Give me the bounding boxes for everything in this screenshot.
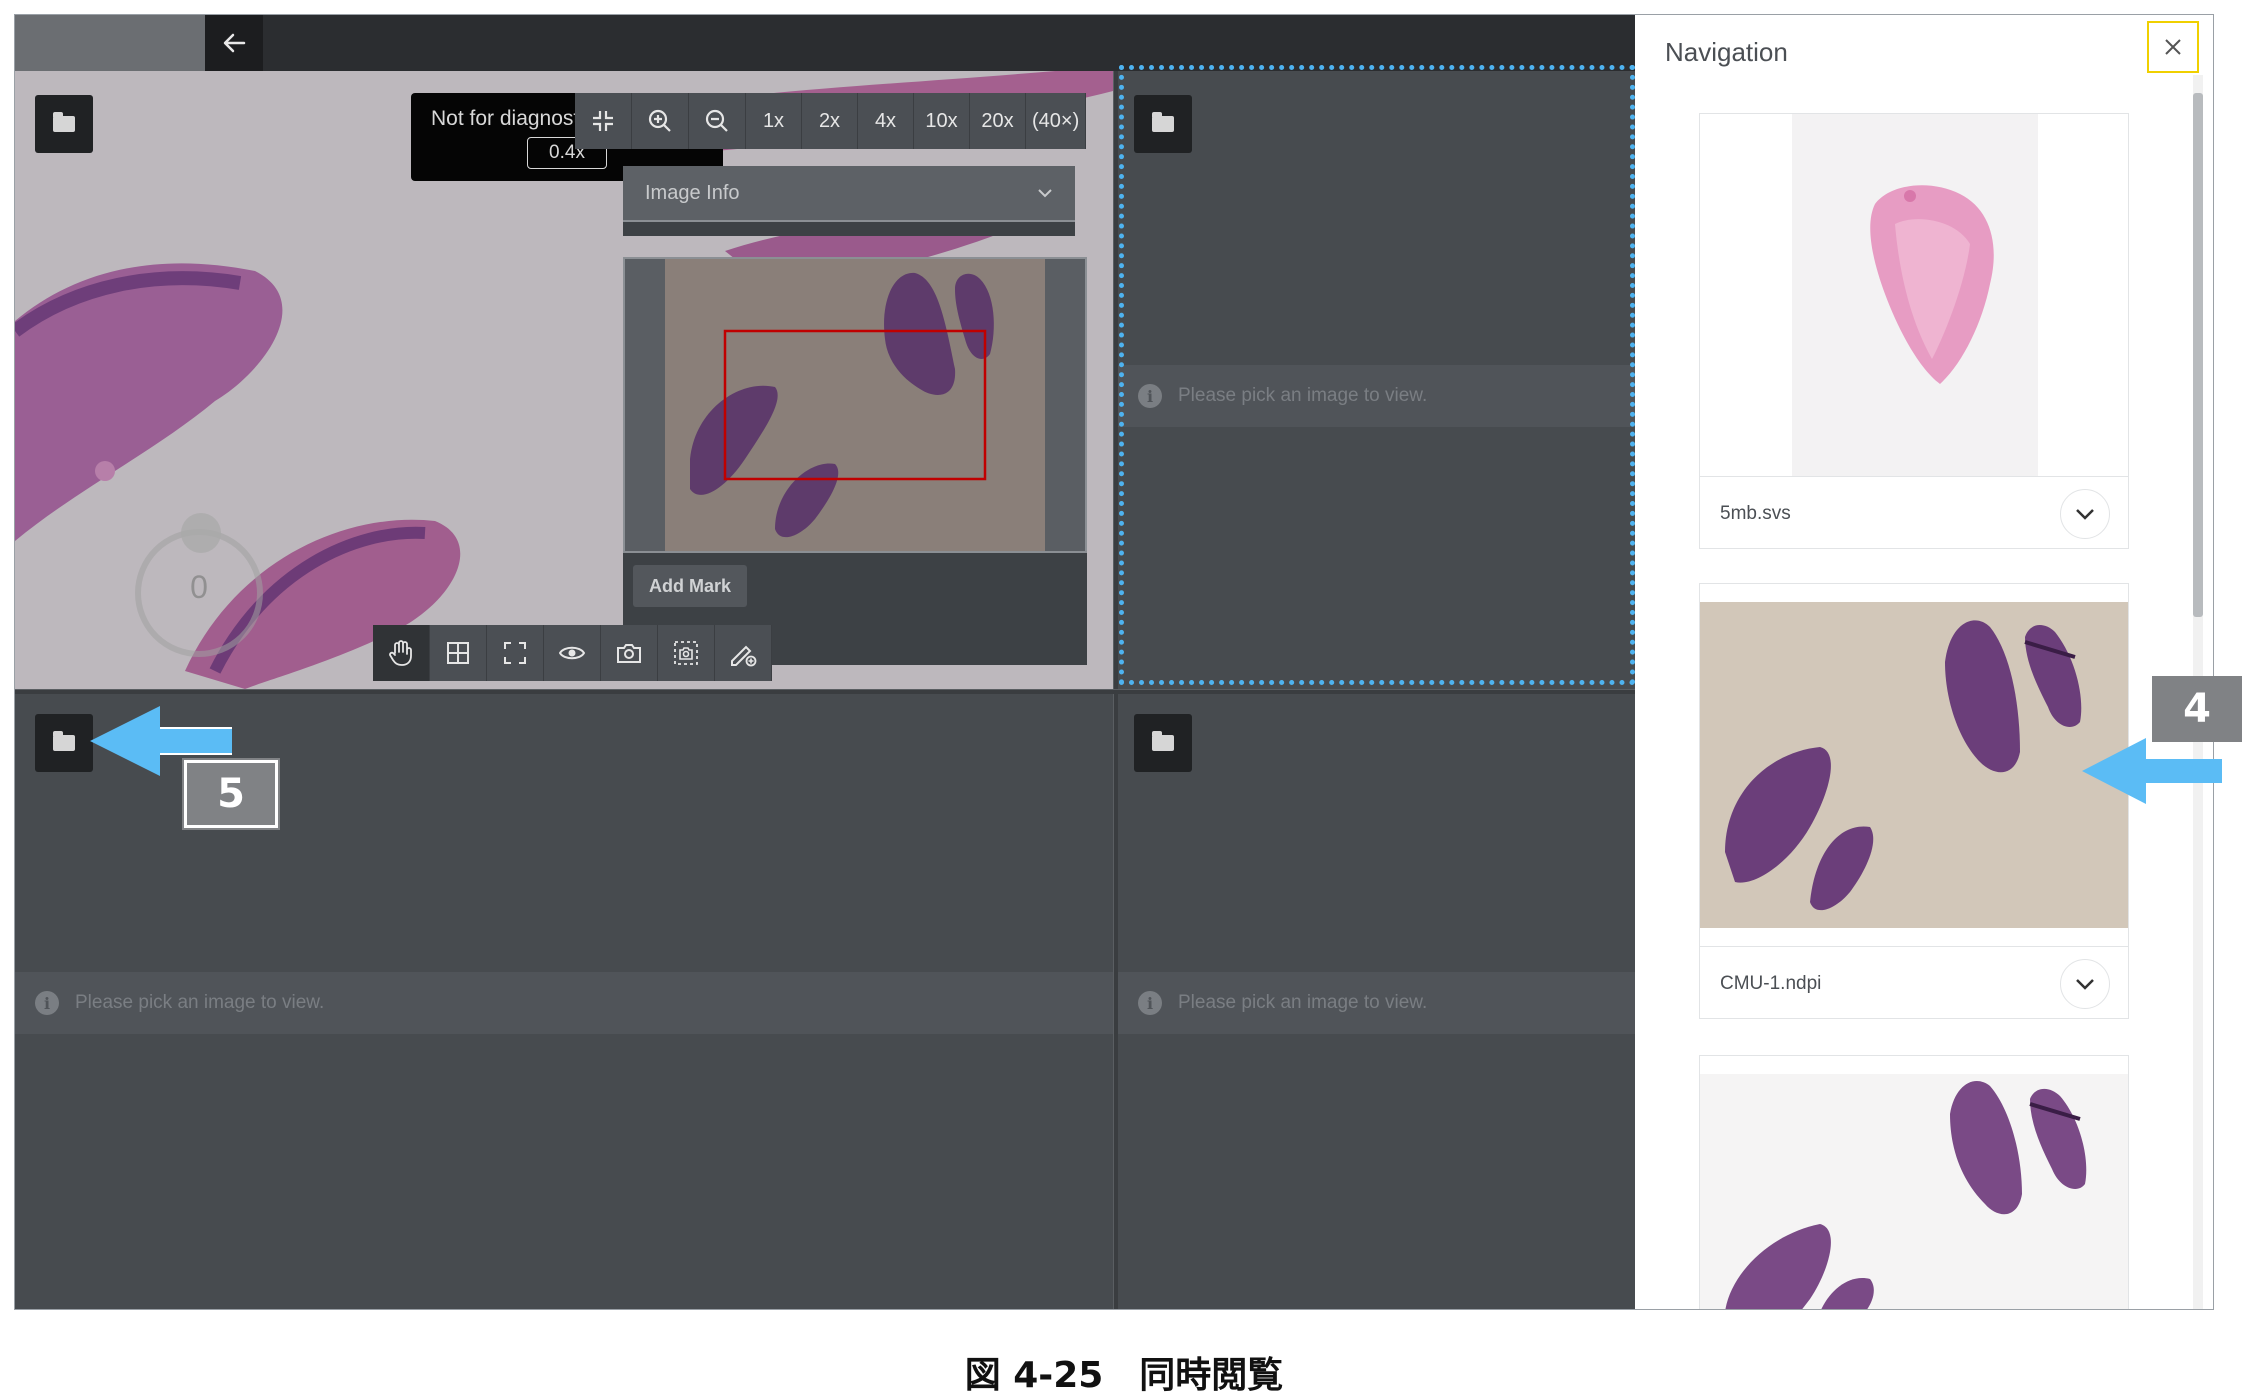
visibility-button[interactable] [544, 625, 601, 681]
image-info-dropdown[interactable]: Image Info [623, 166, 1075, 222]
zoom-in-button[interactable] [632, 93, 689, 149]
chevron-down-icon [2076, 978, 2094, 990]
slide-caption: CMU-1.ndpi [1700, 946, 2128, 1020]
zoom-toolbar: 1x 2x 4x 10x 20x (40×) [575, 93, 1087, 149]
folder-icon [53, 112, 75, 132]
slide-card[interactable]: 5mb.svs [1699, 113, 2129, 549]
empty-pane-message: i Please pick an image to view. [1118, 972, 1635, 1034]
slide-card[interactable] [1699, 1055, 2129, 1310]
callout-arrow-4 [2082, 738, 2222, 804]
zoom-10x-button[interactable]: 10x [914, 93, 970, 149]
add-mark-button[interactable]: Add Mark [633, 565, 747, 607]
callout-label-4: 4 [2152, 676, 2242, 742]
zoom-in-icon [648, 109, 671, 132]
fit-screen-icon [593, 111, 613, 131]
back-button[interactable] [205, 15, 263, 71]
open-image-button[interactable] [35, 714, 93, 772]
minimap[interactable] [623, 257, 1087, 553]
open-image-button[interactable] [35, 95, 93, 153]
expand-slide-button[interactable] [2060, 958, 2110, 1009]
arrow-left-icon [223, 33, 246, 53]
slide-name: 5mb.svs [1720, 502, 1791, 524]
scrollbar-thumb[interactable] [2193, 93, 2203, 617]
not-for-diagnosis-label: Not for diagnost [431, 107, 580, 130]
folder-icon [53, 731, 75, 751]
camera-icon [617, 644, 641, 663]
close-navigation-button[interactable] [2147, 21, 2199, 73]
image-info-label: Image Info [645, 181, 740, 204]
zoom-2x-button[interactable]: 2x [802, 93, 858, 149]
slide-thumbnail[interactable] [1700, 602, 2128, 928]
panel-spacer [623, 222, 1075, 236]
pick-image-text: Please pick an image to view. [1178, 992, 1428, 1013]
rotation-knob[interactable] [181, 513, 221, 553]
annotate-button[interactable] [715, 625, 772, 681]
pan-hand-icon [389, 640, 412, 666]
slide-thumbnail[interactable] [1700, 114, 2128, 476]
viewer-toolbar [373, 625, 772, 681]
viewer-pane-4[interactable]: i Please pick an image to view. [1118, 694, 1635, 1309]
fullscreen-icon [504, 642, 526, 664]
top-bar [15, 15, 1635, 71]
rotation-value: 0 [190, 569, 208, 605]
annotate-pen-icon [731, 645, 757, 667]
chevron-down-icon [1038, 189, 1052, 198]
slide-name: CMU-1.ndpi [1720, 972, 1822, 994]
figure-caption: 図 4-25 同時閲覧 [964, 1355, 1284, 1396]
pane-divider-horizontal[interactable] [15, 689, 1635, 694]
navigation-title: Navigation [1665, 37, 1788, 67]
info-icon: i [1138, 384, 1162, 408]
info-icon: i [1138, 991, 1162, 1015]
zoom-4x-button[interactable]: 4x [858, 93, 914, 149]
eye-icon [559, 646, 585, 660]
title-area [15, 15, 205, 71]
navigation-panel: Navigation 5mb.svs CMU-1.ndpi [1635, 15, 2213, 1310]
open-image-button[interactable] [1134, 95, 1192, 153]
region-capture-button[interactable] [658, 625, 715, 681]
pan-tool-button[interactable] [373, 625, 430, 681]
zoom-1x-button[interactable]: 1x [746, 93, 802, 149]
empty-pane-message: i Please pick an image to view. [15, 972, 1113, 1034]
slide-caption: 5mb.svs [1700, 476, 2128, 550]
zoom-20x-button[interactable]: 20x [970, 93, 1026, 149]
grid-icon [447, 642, 469, 664]
fit-screen-button[interactable] [575, 93, 632, 149]
zoom-40x-button[interactable]: (40×) [1026, 93, 1087, 149]
app-window: Not for diagnost 0.4x 1x 2x 4x 10x 20x (… [14, 14, 2214, 1310]
close-icon [2165, 39, 2181, 55]
viewer-pane-2[interactable]: i Please pick an image to view. [1118, 71, 1635, 689]
grid-layout-button[interactable] [430, 625, 487, 681]
callout-label-5: 5 [182, 758, 280, 830]
zoom-out-icon [705, 109, 728, 132]
region-capture-icon [674, 641, 698, 665]
folder-icon [1152, 112, 1174, 132]
expand-slide-button[interactable] [2060, 488, 2110, 539]
empty-pane-message: i Please pick an image to view. [1118, 365, 1635, 427]
viewer-pane-3[interactable]: i Please pick an image to view. [15, 694, 1113, 1309]
snapshot-button[interactable] [601, 625, 658, 681]
zoom-out-button[interactable] [689, 93, 746, 149]
chevron-down-icon [2076, 508, 2094, 520]
minimap-thumbnail[interactable] [625, 259, 1085, 551]
slide-thumbnail[interactable] [1700, 1074, 2128, 1310]
fullscreen-button[interactable] [487, 625, 544, 681]
slide-card[interactable]: CMU-1.ndpi [1699, 583, 2129, 1019]
folder-icon [1152, 731, 1174, 751]
pick-image-text: Please pick an image to view. [1178, 385, 1428, 406]
viewer-pane-1[interactable]: Not for diagnost 0.4x 1x 2x 4x 10x 20x (… [15, 71, 1113, 689]
info-icon: i [35, 991, 59, 1015]
pick-image-text: Please pick an image to view. [75, 992, 325, 1013]
open-image-button[interactable] [1134, 714, 1192, 772]
